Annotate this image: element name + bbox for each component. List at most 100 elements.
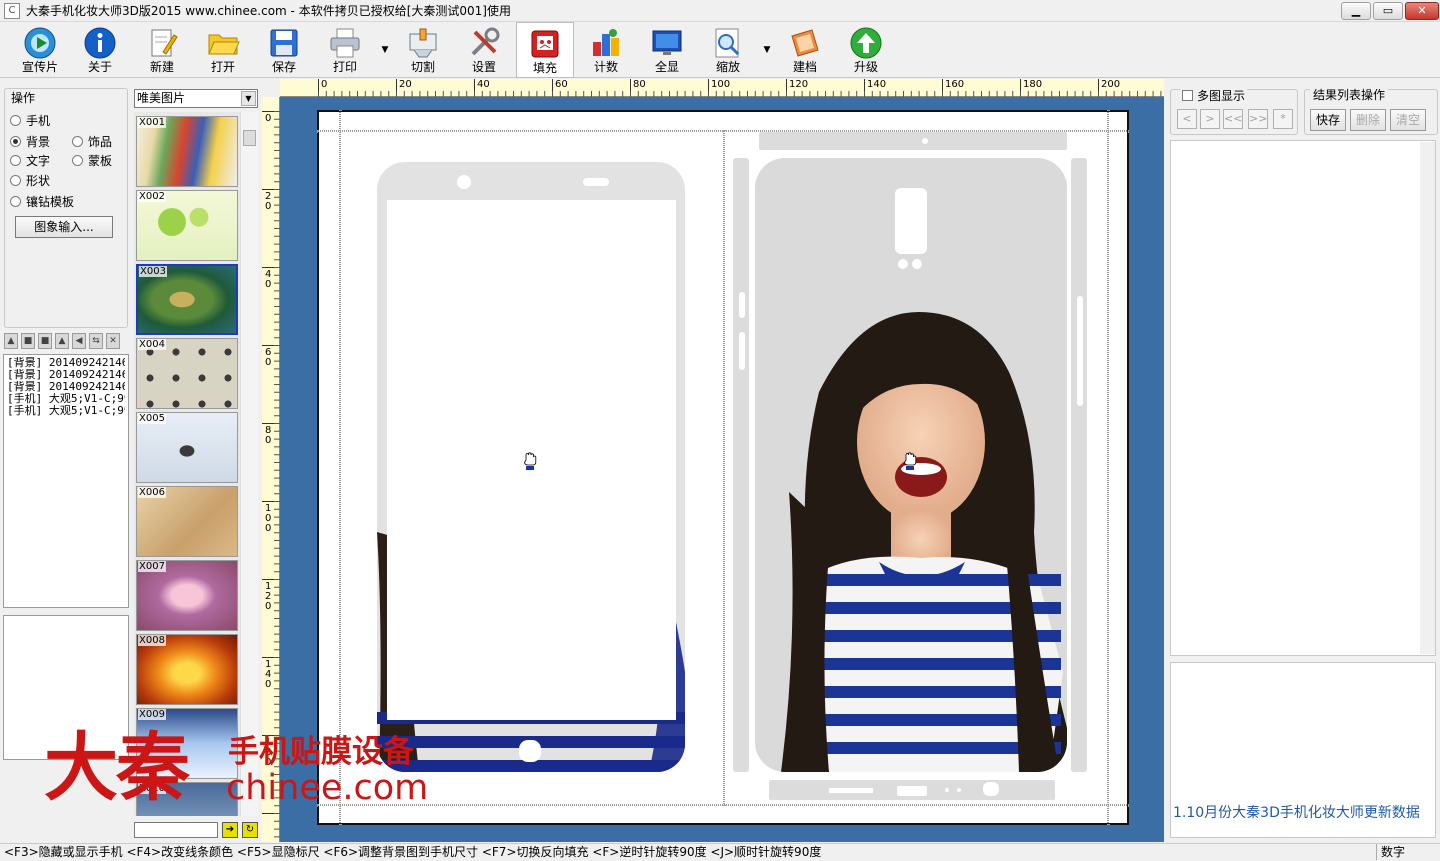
watermark-brand: 大秦 bbox=[44, 725, 190, 811]
layer-list[interactable]: [背景] 2014092421465 [背景] 2014092421465 [背… bbox=[3, 354, 129, 608]
nav-first-button[interactable]: << bbox=[1223, 109, 1243, 129]
layer-item[interactable]: [背景] 2014092421465 bbox=[7, 369, 125, 381]
radio-mask[interactable]: 蒙板 bbox=[72, 154, 112, 168]
status-hints: <F3>隐藏或显示手机 <F4>改变线条颜色 <F5>显隐标尺 <F6>调整背景… bbox=[4, 845, 822, 859]
ruler-label: 120 bbox=[265, 581, 272, 612]
thumbnail[interactable]: X006 bbox=[136, 486, 238, 557]
upgrade-button[interactable]: 升级 bbox=[837, 22, 895, 78]
gallery-scrollbar[interactable] bbox=[240, 112, 258, 816]
image-input-button[interactable]: 图象输入... bbox=[15, 216, 113, 238]
results-scrollbar[interactable] bbox=[1420, 142, 1435, 654]
checkbox-box bbox=[1182, 90, 1193, 101]
result-ops-title: 结果列表操作 bbox=[1310, 88, 1389, 102]
print-paper[interactable] bbox=[317, 110, 1129, 825]
thumbnail[interactable]: X002 bbox=[136, 190, 238, 261]
gallery-search-input[interactable] bbox=[134, 822, 218, 838]
cut-label: 切割 bbox=[410, 60, 435, 74]
multi-view-checkbox[interactable]: 多图显示 bbox=[1180, 89, 1248, 103]
nav-last-button[interactable]: >> bbox=[1248, 109, 1268, 129]
monitor-icon bbox=[652, 30, 682, 55]
layer-item[interactable]: [背景] 2014092421465 bbox=[7, 357, 125, 369]
thumbnail[interactable]: X001 bbox=[136, 116, 238, 187]
ruler-label: 160 bbox=[945, 79, 965, 90]
radio-accessory[interactable]: 饰品 bbox=[72, 135, 112, 149]
thumbnail[interactable]: X003 bbox=[136, 264, 238, 335]
layer-paste-icon[interactable]: ■ bbox=[38, 333, 52, 349]
news-link[interactable]: 1.10月份大秦3D手机化妆大师更新数据 bbox=[1173, 806, 1435, 821]
count-button[interactable]: 计数 bbox=[577, 22, 635, 78]
layer-item[interactable]: [背景] 2014092421465 bbox=[7, 381, 125, 393]
fullview-button[interactable]: 全显 bbox=[638, 22, 696, 78]
app-icon: C bbox=[4, 3, 20, 19]
minimize-button[interactable]: ▁ bbox=[1341, 2, 1371, 20]
gallery-category-select[interactable]: 唯美图片 ▼ bbox=[134, 89, 258, 108]
ruler-label: 80 bbox=[633, 79, 646, 90]
scrollbar-thumb[interactable] bbox=[243, 130, 256, 146]
thumbnail[interactable]: X007 bbox=[136, 560, 238, 631]
zoom-button[interactable]: 缩放 bbox=[699, 22, 757, 78]
print-button[interactable]: 打印 bbox=[316, 22, 374, 78]
thumbnail[interactable]: X005 bbox=[136, 412, 238, 483]
nav-prev-button[interactable]: < bbox=[1177, 109, 1197, 129]
archive-button[interactable]: 建档 bbox=[776, 22, 834, 78]
phone-skin-artwork[interactable] bbox=[319, 112, 1127, 823]
layer-swap-icon[interactable]: ⇆ bbox=[89, 333, 103, 349]
print-dropdown-icon[interactable]: ▼ bbox=[380, 46, 390, 55]
radio-rhinestone-template[interactable]: 镶钻模板 bbox=[10, 195, 74, 209]
fullview-label: 全显 bbox=[654, 60, 679, 74]
grab-hand-cursor-icon bbox=[524, 452, 537, 470]
radio-background[interactable]: 背景 bbox=[10, 135, 50, 149]
radio-phone[interactable]: 手机 bbox=[10, 114, 50, 128]
thumbnail-label: X008 bbox=[138, 635, 166, 646]
layer-item[interactable]: [手机] 大观5;V1-C;99 bbox=[7, 405, 125, 417]
thumbnail[interactable]: X004 bbox=[136, 338, 238, 409]
maximize-button[interactable]: ▭ bbox=[1373, 2, 1403, 20]
status-numlock: 数字 bbox=[1376, 844, 1410, 860]
radio-label: 背景 bbox=[26, 135, 51, 149]
thumbnail-label: X007 bbox=[138, 561, 166, 572]
horizontal-ruler: 0 20 40 60 80 100 120 140 160 180 200 bbox=[280, 79, 1164, 97]
design-canvas[interactable] bbox=[280, 97, 1164, 842]
zoom-label: 缩放 bbox=[715, 60, 740, 74]
zoom-icon bbox=[715, 28, 740, 58]
ruler-label: 140 bbox=[265, 659, 272, 690]
layer-up-icon[interactable]: ▲ bbox=[4, 333, 18, 349]
clear-button[interactable]: 清空 bbox=[1390, 109, 1426, 131]
phone-back-template[interactable] bbox=[755, 158, 1079, 772]
go-arrow-icon[interactable]: ➔ bbox=[222, 822, 238, 838]
tools-icon bbox=[471, 27, 500, 56]
radio-dot bbox=[10, 136, 21, 147]
ruler-label: 200 bbox=[1101, 79, 1121, 90]
cut-button[interactable]: 切割 bbox=[394, 22, 452, 78]
ruler-label: 20 bbox=[399, 79, 412, 90]
delete-button[interactable]: 删除 bbox=[1350, 109, 1386, 131]
promo-video-button[interactable]: 宣传片 bbox=[11, 22, 69, 78]
thumbnail[interactable]: X008 bbox=[136, 634, 238, 705]
new-label: 新建 bbox=[149, 60, 174, 74]
vertical-ruler: 0 20 40 60 80 100 120 140 160 bbox=[262, 97, 280, 842]
radio-dot bbox=[72, 136, 83, 147]
printer-icon bbox=[330, 28, 360, 58]
layer-copy-icon[interactable]: ■ bbox=[21, 333, 35, 349]
radio-text[interactable]: 文字 bbox=[10, 154, 50, 168]
nav-next-button[interactable]: > bbox=[1200, 109, 1220, 129]
layer-delete-icon[interactable]: ✕ bbox=[106, 333, 120, 349]
save-button[interactable]: 保存 bbox=[255, 22, 313, 78]
results-list[interactable] bbox=[1170, 140, 1436, 656]
layer-flip-icon[interactable]: ▲ bbox=[55, 333, 69, 349]
about-button[interactable]: 关于 bbox=[71, 22, 129, 78]
new-button[interactable]: 新建 bbox=[133, 22, 191, 78]
fill-button[interactable]: 填充 bbox=[516, 22, 574, 78]
settings-button[interactable]: 设置 bbox=[455, 22, 513, 78]
refresh-icon[interactable]: ↻ bbox=[242, 822, 258, 838]
quick-save-button[interactable]: 快存 bbox=[1310, 109, 1346, 131]
layer-item[interactable]: [手机] 大观5;V1-C;99 bbox=[7, 393, 125, 405]
close-button[interactable]: ✕ bbox=[1405, 2, 1439, 20]
zoom-dropdown-icon[interactable]: ▼ bbox=[762, 46, 772, 55]
radio-label: 文字 bbox=[26, 154, 51, 168]
layer-mirror-icon[interactable]: ◀ bbox=[72, 333, 86, 349]
radio-shape[interactable]: 形状 bbox=[10, 174, 50, 188]
open-button[interactable]: 打开 bbox=[194, 22, 252, 78]
count-label: 计数 bbox=[593, 60, 618, 74]
nav-star-button[interactable]: * bbox=[1273, 109, 1293, 129]
